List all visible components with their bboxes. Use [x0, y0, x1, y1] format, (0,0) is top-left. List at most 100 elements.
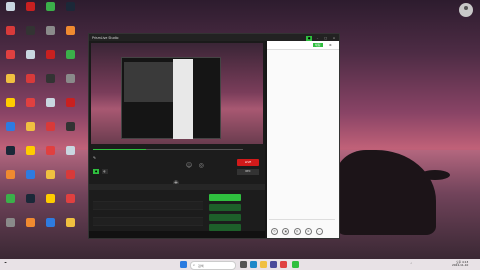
source-button[interactable] [209, 224, 241, 231]
clock[interactable]: 오후 4:13 2024-11-10 [452, 260, 469, 268]
app-icon-green-desktop-icon[interactable] [43, 2, 57, 22]
steam-desktop-icon[interactable] [63, 2, 77, 22]
app-icon-gray-desktop-icon[interactable] [43, 26, 57, 46]
source-button[interactable] [209, 214, 241, 221]
app-icon-green-icon [65, 50, 75, 59]
recycle-bin-icon [45, 98, 55, 107]
steam-desktop-icon[interactable] [3, 146, 17, 166]
app-icon-blue-desktop-icon[interactable] [3, 122, 17, 142]
steam-icon [25, 194, 35, 203]
settings-icon[interactable]: ⚙ [304, 228, 312, 235]
start-icon[interactable] [180, 261, 187, 268]
file-explorer-icon[interactable] [260, 261, 267, 268]
source-item[interactable] [93, 202, 203, 210]
chrome-desktop-icon[interactable] [43, 146, 57, 166]
folder-desktop-icon[interactable] [23, 122, 37, 142]
app-icon-yellow-desktop-icon[interactable] [3, 98, 17, 118]
system-tray[interactable]: ⌃ [410, 262, 413, 266]
folder-desktop-icon[interactable] [3, 74, 17, 94]
app-icon-red-desktop-icon[interactable] [43, 122, 57, 142]
guest-icon[interactable]: ☺ [185, 162, 193, 170]
steam-desktop-icon[interactable] [23, 194, 37, 214]
store-icon[interactable] [270, 261, 277, 268]
app-icon-red2-desktop-icon[interactable] [63, 98, 77, 118]
app-icon-green-desktop-icon[interactable] [3, 194, 17, 214]
steam-icon [65, 2, 75, 11]
app-icon-red-desktop-icon[interactable] [63, 170, 77, 190]
chat-tab[interactable]: 채팅 [313, 43, 323, 47]
live-button[interactable]: LIVE [237, 159, 259, 166]
app-icon-gray-icon [45, 26, 55, 35]
app-icon-gray-desktop-icon[interactable] [3, 218, 17, 238]
seek-bar[interactable] [93, 149, 243, 150]
app-icon-blue-icon [5, 122, 15, 131]
app-icon-dark-icon [25, 26, 35, 35]
app-icon-green-icon [45, 2, 55, 11]
app-icon-dark-desktop-icon[interactable] [23, 26, 37, 46]
chrome-desktop-icon[interactable] [63, 194, 77, 214]
chrome-desktop-icon[interactable] [3, 50, 17, 70]
broadcast-tools: ☺ ◎ [185, 162, 208, 170]
app-icon-red-desktop-icon[interactable] [23, 74, 37, 94]
search-placeholder: 검색 [198, 263, 204, 268]
weather-widget[interactable]: ☁ [4, 260, 7, 265]
chat-settings-icon[interactable]: ⚙ [329, 43, 332, 47]
app-icon-orange-desktop-icon[interactable] [63, 26, 77, 46]
broadcast-title[interactable]: ✎ [93, 156, 96, 160]
chrome-icon[interactable] [280, 261, 287, 268]
app-icon-dark-desktop-icon[interactable] [43, 74, 57, 94]
mic-toggle[interactable]: ● [93, 169, 100, 174]
app-icon-red-desktop-icon[interactable] [3, 26, 17, 46]
recycle-bin-desktop-icon[interactable] [3, 2, 17, 22]
chrome-icon [65, 194, 75, 203]
app-icon-blue-desktop-icon[interactable] [23, 170, 37, 190]
app-icon-dark-desktop-icon[interactable] [63, 122, 77, 142]
prism-icon[interactable] [292, 261, 299, 268]
source-item[interactable] [93, 210, 203, 218]
app-icon-orange-desktop-icon[interactable] [23, 218, 37, 238]
chrome-desktop-icon[interactable] [23, 98, 37, 118]
app-icon-orange-desktop-icon[interactable] [3, 170, 17, 190]
recycle-bin-desktop-icon[interactable] [23, 50, 37, 70]
app-icon-yellow-icon [25, 146, 35, 155]
source-button[interactable] [209, 204, 241, 211]
image-icon[interactable]: ▣ [282, 228, 290, 235]
app-icon-red-icon [65, 170, 75, 179]
source-item[interactable] [93, 218, 203, 226]
folder-icon [45, 170, 55, 179]
app-icon-red2-desktop-icon[interactable] [23, 2, 37, 22]
chat-panel: 채팅 ⚙ ☺ ▣ @ ⚙ … [267, 41, 339, 238]
scene-tabs [89, 184, 265, 190]
emoji-icon[interactable]: ☺ [271, 228, 278, 235]
folder-icon [65, 218, 75, 227]
more-icon[interactable]: … [316, 228, 324, 235]
search-box[interactable]: ⌕ 검색 [190, 261, 236, 270]
rec-button[interactable]: REC [237, 169, 259, 175]
folder-desktop-icon[interactable] [43, 170, 57, 190]
camera-icon[interactable]: ◎ [197, 162, 205, 170]
user-avatar[interactable] [459, 3, 473, 17]
source-item[interactable] [93, 194, 203, 202]
folder-desktop-icon[interactable] [63, 218, 77, 238]
audio-controls: ● ◐ [93, 168, 109, 174]
wallpaper-rock [420, 170, 450, 180]
app-icon-red2-desktop-icon[interactable] [43, 50, 57, 70]
app-icon-green-desktop-icon[interactable] [63, 50, 77, 70]
app-icon-red2-icon [65, 98, 75, 107]
recycle-bin-desktop-icon[interactable] [43, 98, 57, 118]
mention-icon[interactable]: @ [293, 228, 301, 235]
app-icon-yellow-desktop-icon[interactable] [43, 194, 57, 214]
clock-date: 2024-11-10 [452, 263, 469, 268]
task-view-icon[interactable] [240, 261, 247, 268]
chrome-icon [5, 50, 15, 59]
edge-icon[interactable] [250, 261, 257, 268]
seek-bar-fill [93, 149, 146, 150]
app-icon-gray-desktop-icon[interactable] [63, 74, 77, 94]
source-button[interactable] [209, 194, 241, 201]
window-title: PrismLive Studio [92, 35, 119, 40]
steam-icon [5, 146, 15, 155]
app-icon-blue-desktop-icon[interactable] [43, 218, 57, 238]
app-icon-yellow-desktop-icon[interactable] [23, 146, 37, 166]
recycle-bin-desktop-icon[interactable] [63, 146, 77, 166]
audio-toggle[interactable]: ◐ [101, 169, 108, 174]
